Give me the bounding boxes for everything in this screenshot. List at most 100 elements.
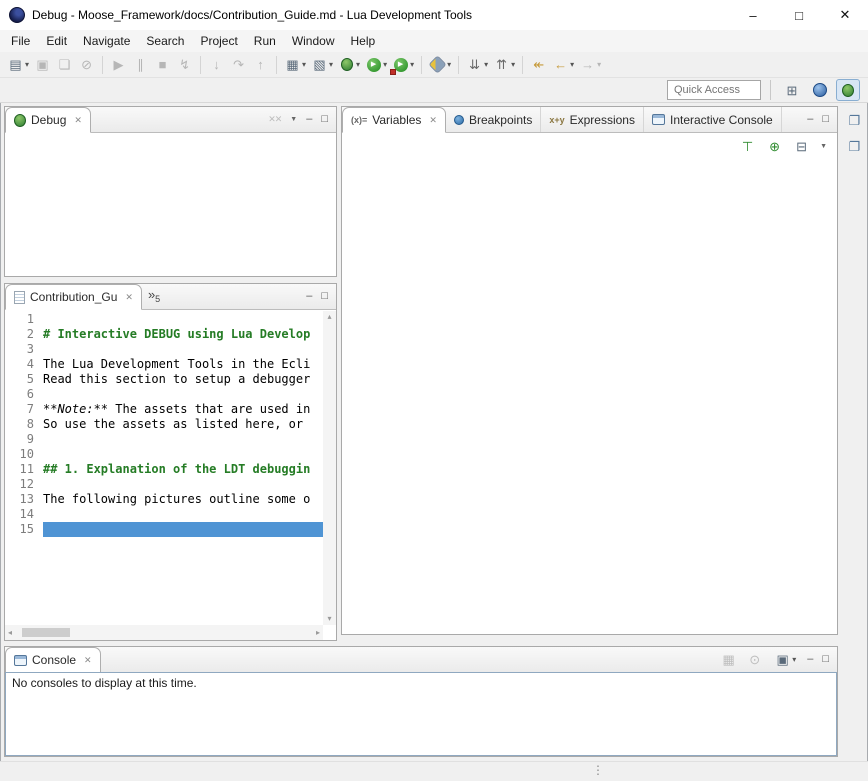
menu-project[interactable]: Project (192, 31, 245, 51)
tab-contribution-guide[interactable]: Contribution_Gu ✕ (5, 284, 142, 310)
code-line[interactable]: ## 1. Explanation of the LDT debuggin (43, 462, 323, 477)
scroll-down-icon[interactable]: ▾ (327, 615, 331, 623)
tab-expressions[interactable]: x+y Expressions (541, 107, 644, 132)
editor-lines[interactable]: 1 2# Interactive DEBUG using Lua Develop… (5, 312, 323, 537)
close-icon[interactable]: ✕ (125, 292, 133, 303)
open-perspective-button[interactable]: ⊞ (780, 79, 804, 101)
line-number[interactable]: 14 (5, 507, 43, 522)
hidden-editors-chevron[interactable]: » 5 (142, 284, 164, 309)
run-launch-button[interactable]: ▶ ▾ (363, 54, 389, 76)
menu-help[interactable]: Help (343, 31, 384, 51)
view-menu-icon[interactable]: ▼ (820, 143, 827, 150)
show-logical-structure-icon[interactable]: ⊕ (766, 138, 783, 155)
code-line[interactable] (43, 477, 323, 492)
dropdown-arrow-icon[interactable]: ▾ (511, 60, 515, 69)
menu-search[interactable]: Search (138, 31, 192, 51)
editor-vertical-scrollbar[interactable]: ▴ ▾ (323, 311, 336, 625)
back-button[interactable]: ← ▾ (550, 54, 576, 76)
dropdown-arrow-icon[interactable]: ▾ (302, 60, 306, 69)
line-number[interactable]: 4 (5, 357, 43, 372)
line-number[interactable]: 3 (5, 342, 43, 357)
tab-console[interactable]: Console ✕ (5, 647, 101, 673)
minimize-view-icon[interactable]: – (306, 291, 312, 302)
dropdown-arrow-icon[interactable]: ▾ (484, 60, 488, 69)
minimize-window-button[interactable]: – (730, 0, 776, 30)
menu-navigate[interactable]: Navigate (75, 31, 138, 51)
line-number[interactable]: 5 (5, 372, 43, 387)
new-wizard-button[interactable]: ▤ ▾ (5, 54, 31, 76)
menu-file[interactable]: File (3, 31, 38, 51)
close-icon[interactable]: ✕ (429, 115, 437, 126)
collapse-all-icon[interactable]: ⊟ (793, 138, 810, 155)
search-button[interactable]: ▾ (427, 54, 453, 76)
debug-perspective-button[interactable] (836, 79, 860, 101)
editor-text-area[interactable]: 1 2# Interactive DEBUG using Lua Develop… (5, 310, 336, 640)
close-icon[interactable]: ✕ (74, 115, 82, 126)
last-edit-location-button[interactable]: ↞ (528, 54, 549, 76)
code-line[interactable] (43, 507, 323, 522)
restore-view-icon[interactable]: ❐ (846, 138, 864, 156)
tab-variables[interactable]: (x)= Variables ✕ (342, 107, 446, 133)
close-icon[interactable]: ✕ (84, 655, 92, 666)
maximize-view-icon[interactable]: □ (321, 291, 328, 302)
dropdown-arrow-icon[interactable]: ▾ (570, 60, 574, 69)
editor-horizontal-scrollbar[interactable]: ◂ ▸ (5, 625, 323, 640)
scrollbar-thumb[interactable] (22, 628, 70, 637)
dropdown-arrow-icon[interactable]: ▾ (356, 60, 360, 69)
tab-breakpoints[interactable]: Breakpoints (446, 107, 541, 132)
restore-view-icon[interactable]: ❐ (846, 112, 864, 130)
line-number[interactable]: 7 (5, 402, 43, 417)
quick-access-input[interactable] (667, 80, 761, 100)
code-line[interactable]: Read this section to setup a debugger (43, 372, 323, 387)
code-line[interactable]: So use the assets as listed here, or (43, 417, 323, 432)
app-icon[interactable] (9, 7, 25, 23)
code-line[interactable]: **Note:** The assets that are used in (43, 402, 323, 417)
new-lua-file-button[interactable]: ▧ ▾ (309, 54, 335, 76)
close-window-button[interactable]: ✕ (822, 0, 868, 30)
code-line[interactable]: # Interactive DEBUG using Lua Develop (43, 327, 323, 342)
line-number[interactable]: 1 (5, 312, 43, 327)
dropdown-arrow-icon[interactable]: ▾ (383, 60, 387, 69)
code-line[interactable] (43, 312, 323, 327)
dropdown-arrow-icon[interactable]: ▾ (447, 60, 451, 69)
view-menu-icon[interactable]: ▼ (290, 116, 297, 123)
dropdown-arrow-icon[interactable]: ▾ (410, 60, 414, 69)
code-line[interactable]: The following pictures outline some o (43, 492, 323, 507)
maximize-window-button[interactable]: □ (776, 0, 822, 30)
line-number[interactable]: 13 (5, 492, 43, 507)
line-number[interactable]: 15 (5, 522, 43, 537)
line-number[interactable]: 2 (5, 327, 43, 342)
menu-edit[interactable]: Edit (38, 31, 75, 51)
line-number[interactable]: 10 (5, 447, 43, 462)
minimize-view-icon[interactable]: – (807, 114, 813, 125)
menu-run[interactable]: Run (246, 31, 284, 51)
show-type-names-icon[interactable]: ⊤ (739, 138, 756, 155)
tab-debug[interactable]: Debug ✕ (5, 107, 91, 133)
minimize-view-icon[interactable]: – (807, 654, 813, 665)
tab-interactive-console[interactable]: Interactive Console (644, 107, 782, 132)
lua-perspective-button[interactable] (808, 79, 832, 101)
drag-handle-icon[interactable]: ⋮ (592, 763, 604, 777)
dropdown-arrow-icon[interactable]: ▾ (25, 60, 29, 69)
menu-window[interactable]: Window (284, 31, 343, 51)
dropdown-arrow-icon[interactable]: ▾ (329, 60, 333, 69)
scroll-left-icon[interactable]: ◂ (8, 629, 12, 637)
line-number[interactable]: 6 (5, 387, 43, 402)
next-annotation-button[interactable]: ⇊ ▾ (464, 54, 490, 76)
external-tools-button[interactable]: ▶ ▾ (390, 54, 416, 76)
dropdown-arrow-icon[interactable]: ▾ (792, 655, 796, 664)
scroll-right-icon[interactable]: ▸ (316, 629, 320, 637)
code-line[interactable]: The Lua Development Tools in the Ecli (43, 357, 323, 372)
selected-line-highlight[interactable] (43, 522, 323, 537)
code-line[interactable] (43, 447, 323, 462)
debug-launch-button[interactable]: ▾ (336, 54, 362, 76)
line-number[interactable]: 9 (5, 432, 43, 447)
line-number[interactable]: 12 (5, 477, 43, 492)
new-lua-project-button[interactable]: ▦ ▾ (282, 54, 308, 76)
maximize-view-icon[interactable]: □ (822, 654, 829, 665)
maximize-view-icon[interactable]: □ (822, 114, 829, 125)
code-line[interactable] (43, 432, 323, 447)
code-line[interactable] (43, 387, 323, 402)
open-console-button[interactable]: ▣ ▾ (772, 649, 798, 671)
scroll-up-icon[interactable]: ▴ (327, 313, 331, 321)
